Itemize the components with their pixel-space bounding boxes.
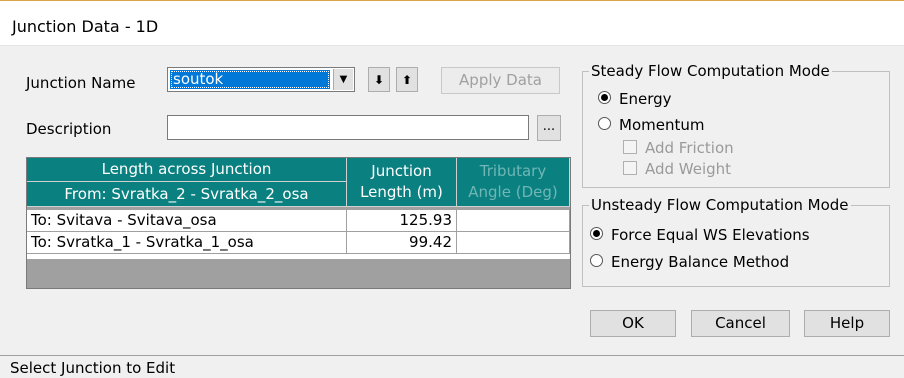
radio-selected-icon bbox=[590, 227, 603, 240]
radio-unselected-icon bbox=[598, 117, 611, 130]
ok-button[interactable]: OK bbox=[590, 310, 676, 337]
checkbox-icon bbox=[623, 160, 637, 175]
status-bar: Select Junction to Edit bbox=[0, 355, 904, 378]
help-button[interactable]: Help bbox=[804, 310, 890, 337]
energy-balance-label: Energy Balance Method bbox=[611, 253, 790, 271]
steady-flow-legend: Steady Flow Computation Mode bbox=[591, 62, 830, 80]
energy-balance-radio[interactable]: Energy Balance Method bbox=[590, 253, 789, 271]
description-edit-button[interactable]: ... bbox=[537, 115, 561, 141]
to-cell[interactable]: To: Svratka_1 - Svratka_1_osa bbox=[27, 232, 347, 254]
length-cell[interactable]: 125.93 bbox=[347, 210, 457, 232]
table-row[interactable]: To: Svratka_1 - Svratka_1_osa 99.42 bbox=[27, 232, 570, 254]
junction-name-value: soutok bbox=[170, 70, 330, 89]
to-cell[interactable]: To: Svitava - Svitava_osa bbox=[27, 210, 347, 232]
header-length-across: Length across Junction bbox=[27, 158, 347, 182]
momentum-label: Momentum bbox=[619, 116, 705, 134]
status-text: Select Junction to Edit bbox=[10, 359, 176, 377]
add-weight-checkbox[interactable]: Add Weight bbox=[623, 160, 731, 178]
radio-unselected-icon bbox=[590, 254, 603, 267]
add-weight-label: Add Weight bbox=[645, 160, 732, 178]
window-title: Junction Data - 1D bbox=[12, 17, 159, 36]
add-friction-checkbox[interactable]: Add Friction bbox=[623, 139, 734, 157]
chevron-down-icon[interactable]: ▼ bbox=[333, 69, 353, 90]
arrow-down-icon: ⬇ bbox=[373, 73, 385, 87]
title-bar: Junction Data - 1D bbox=[0, 0, 904, 46]
description-label: Description bbox=[26, 120, 112, 138]
cancel-button[interactable]: Cancel bbox=[691, 310, 790, 337]
header-junction-length: Junction Length (m) bbox=[347, 158, 457, 207]
force-equal-label: Force Equal WS Elevations bbox=[611, 226, 810, 244]
angle-cell[interactable] bbox=[457, 210, 570, 232]
description-field[interactable] bbox=[167, 115, 529, 140]
junction-name-dropdown[interactable]: soutok ▼ bbox=[167, 67, 355, 92]
junction-name-label: Junction Name bbox=[26, 74, 136, 92]
radio-selected-icon bbox=[598, 91, 611, 104]
move-up-button[interactable]: ⬆ bbox=[396, 67, 418, 92]
energy-radio[interactable]: Energy bbox=[598, 90, 672, 108]
table-row[interactable]: To: Svitava - Svitava_osa 125.93 bbox=[27, 210, 570, 232]
momentum-radio[interactable]: Momentum bbox=[598, 116, 704, 134]
header-tributary-angle: Tributary Angle (Deg) bbox=[457, 158, 570, 207]
table-body: To: Svitava - Svitava_osa 125.93 To: Svr… bbox=[27, 210, 570, 254]
checkbox-icon bbox=[623, 139, 637, 154]
energy-label: Energy bbox=[619, 90, 672, 108]
arrow-up-icon: ⬆ bbox=[401, 73, 413, 87]
apply-data-button[interactable]: Apply Data bbox=[441, 67, 560, 94]
angle-cell[interactable] bbox=[457, 232, 570, 254]
force-equal-ws-radio[interactable]: Force Equal WS Elevations bbox=[590, 226, 810, 244]
move-down-button[interactable]: ⬇ bbox=[368, 67, 390, 92]
length-cell[interactable]: 99.42 bbox=[347, 232, 457, 254]
unsteady-flow-legend: Unsteady Flow Computation Mode bbox=[591, 196, 849, 214]
junction-length-table: Length across Junction From: Svratka_2 -… bbox=[26, 157, 571, 289]
header-from: From: Svratka_2 - Svratka_2_osa bbox=[27, 182, 347, 207]
add-friction-label: Add Friction bbox=[645, 139, 734, 157]
